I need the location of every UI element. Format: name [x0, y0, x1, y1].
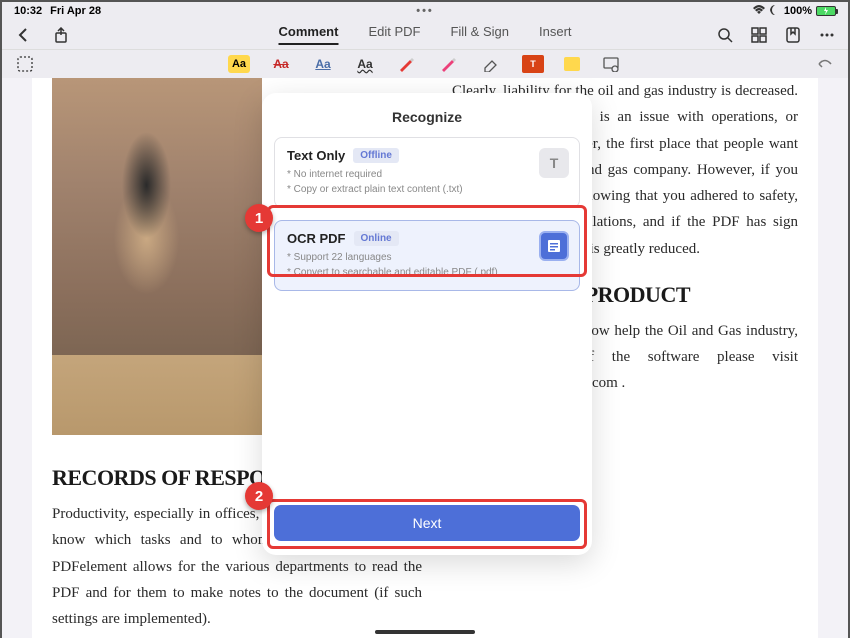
tab-comment[interactable]: Comment — [278, 24, 338, 45]
option-desc: * No internet required * Copy or extract… — [287, 167, 567, 197]
pdf-icon — [539, 231, 569, 261]
badge-offline: Offline — [353, 148, 399, 163]
status-right: 100% — [752, 5, 836, 18]
highlight-tool[interactable]: Aa — [228, 55, 250, 73]
annotation-toolbar: Aa Aa Aa Aa T — [2, 50, 848, 78]
wifi-icon — [752, 5, 766, 18]
marker-pink-tool[interactable] — [438, 55, 460, 73]
marker-red-tool[interactable] — [396, 55, 418, 73]
eraser-tool[interactable] — [480, 55, 502, 73]
share-button[interactable] — [52, 26, 70, 44]
dialog-title: Recognize — [262, 93, 592, 137]
status-left: 10:32 Fri Apr 28 — [14, 5, 101, 17]
clock: 10:32 — [14, 5, 42, 17]
battery-icon — [816, 6, 836, 16]
multitasking-dots[interactable]: ••• — [416, 5, 434, 17]
sticky-note-tool[interactable] — [564, 57, 580, 71]
tab-fill-sign[interactable]: Fill & Sign — [450, 24, 509, 45]
undo-button[interactable] — [814, 55, 836, 73]
document-viewport[interactable]: RECORDS OF RESPONSIBILITY Productivity, … — [2, 78, 848, 638]
recognize-dialog: Recognize Text Only Offline * No interne… — [262, 93, 592, 555]
option-ocr-pdf[interactable]: OCR PDF Online * Support 22 languages * … — [274, 220, 580, 291]
tab-edit-pdf[interactable]: Edit PDF — [368, 24, 420, 45]
nav-bar: Comment Edit PDF Fill & Sign Insert — [2, 20, 848, 50]
option-text-only[interactable]: Text Only Offline * No internet required… — [274, 137, 580, 208]
underline-tool[interactable]: Aa — [312, 55, 334, 73]
tab-insert[interactable]: Insert — [539, 24, 572, 45]
date: Fri Apr 28 — [50, 5, 101, 17]
stamp-tool[interactable] — [600, 55, 622, 73]
grid-button[interactable] — [750, 26, 768, 44]
status-bar: 10:32 Fri Apr 28 ••• 100% — [2, 2, 848, 20]
strikethrough-tool[interactable]: Aa — [270, 55, 292, 73]
more-button[interactable] — [818, 26, 836, 44]
moon-icon — [770, 5, 780, 18]
home-indicator[interactable] — [375, 630, 475, 634]
selection-tool[interactable] — [14, 55, 36, 73]
badge-online: Online — [354, 231, 399, 246]
back-button[interactable] — [14, 26, 32, 44]
option-desc: * Support 22 languages * Convert to sear… — [287, 250, 567, 280]
option-title-text: Text Only — [287, 148, 345, 163]
next-button[interactable]: Next — [274, 505, 580, 541]
textbox-tool[interactable]: T — [522, 55, 544, 73]
squiggly-tool[interactable]: Aa — [354, 55, 376, 73]
option-title-text: OCR PDF — [287, 231, 346, 246]
battery-percent: 100% — [784, 5, 812, 17]
document-image — [52, 78, 262, 435]
callout-2: 2 — [245, 482, 273, 510]
text-icon: T — [539, 148, 569, 178]
search-button[interactable] — [716, 26, 734, 44]
nav-tabs: Comment Edit PDF Fill & Sign Insert — [278, 24, 571, 45]
callout-1: 1 — [245, 204, 273, 232]
bookmark-button[interactable] — [784, 26, 802, 44]
